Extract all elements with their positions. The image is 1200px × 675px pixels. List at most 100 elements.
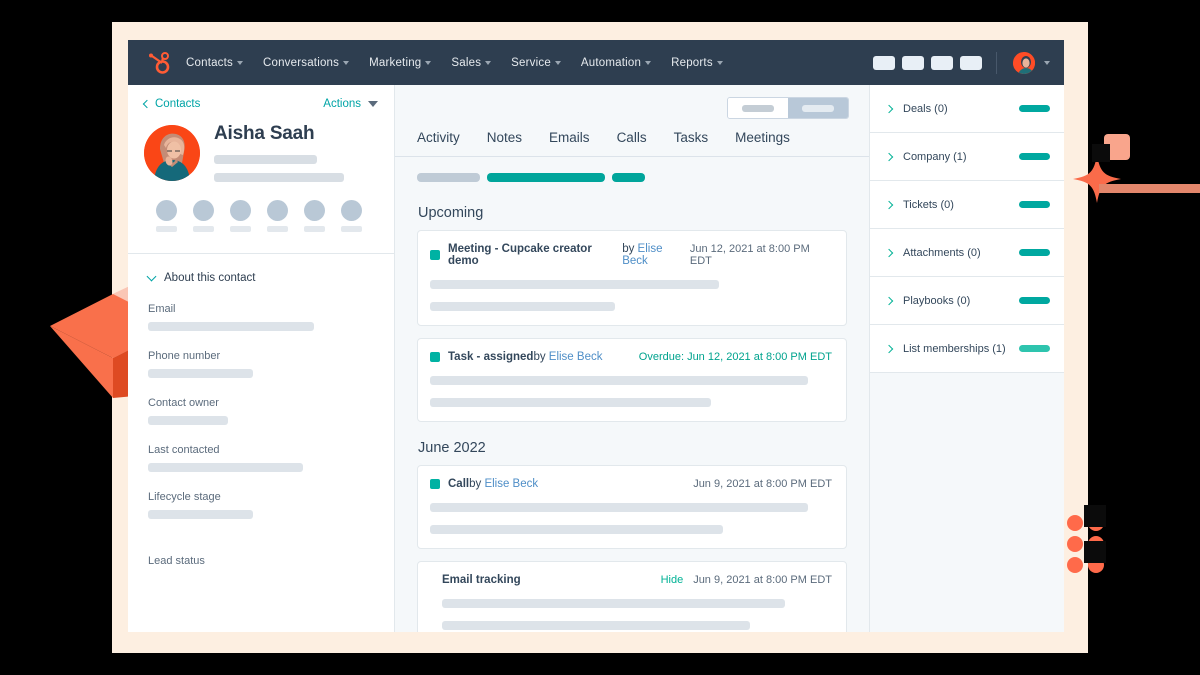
card-body-line-2 bbox=[430, 398, 712, 407]
card-title: Call bbox=[448, 478, 470, 490]
chevron-down-icon bbox=[645, 60, 652, 65]
chevron-down-icon[interactable] bbox=[1044, 60, 1050, 65]
contact-subtitle-placeholder bbox=[214, 155, 318, 164]
chevron-down-icon bbox=[236, 60, 243, 65]
quick-action-1[interactable] bbox=[156, 200, 177, 232]
chevron-left-icon bbox=[142, 99, 152, 109]
card-header: Call by Elise Beck Jun 9, 2021 at 8:00 P… bbox=[430, 478, 832, 490]
filter-chip-1[interactable] bbox=[417, 173, 480, 182]
sidebar-item-action-bar[interactable] bbox=[1019, 249, 1050, 256]
sparkle-star-icon bbox=[1073, 155, 1121, 203]
nav-item-automation[interactable]: Automation bbox=[580, 56, 652, 69]
nav-utility-button-2[interactable] bbox=[902, 55, 924, 70]
contact-sidebar: Contacts Actions Aisha Saah About this c… bbox=[128, 85, 395, 632]
actions-dropdown[interactable]: Actions bbox=[323, 98, 378, 110]
nav-utility-button-1[interactable] bbox=[873, 55, 895, 70]
page-title: Aisha Saah bbox=[214, 123, 315, 144]
activity-tabs: Activity Notes Emails Calls Tasks Meetin… bbox=[395, 119, 869, 157]
field-last-contacted: Last contacted bbox=[148, 444, 376, 472]
avatar[interactable] bbox=[1011, 49, 1037, 76]
field-label: Contact owner bbox=[148, 397, 219, 409]
contact-detail-placeholder bbox=[214, 173, 344, 182]
byline-prefix: by bbox=[469, 478, 485, 490]
view-toggle[interactable] bbox=[727, 97, 849, 119]
byline-user-link[interactable]: Elise Beck bbox=[484, 478, 538, 490]
activity-card-meeting[interactable]: Meeting - Cupcake creator demo by Elise … bbox=[417, 230, 847, 326]
activity-card-email-tracking[interactable]: Email tracking Hide Jun 9, 2021 at 8:00 … bbox=[417, 561, 847, 632]
nav-label: Marketing bbox=[369, 56, 422, 69]
sidebar-header: Contacts Actions bbox=[128, 85, 394, 110]
nav-divider bbox=[996, 51, 997, 74]
sidebar-item-deals[interactable]: Deals (0) bbox=[870, 85, 1064, 133]
byline-user-link[interactable]: Elise Beck bbox=[549, 351, 603, 363]
triangle-down-icon bbox=[368, 101, 378, 107]
nav-item-contacts[interactable]: Contacts bbox=[186, 57, 243, 69]
nav-item-reports[interactable]: Reports bbox=[671, 57, 723, 69]
tab-activity[interactable]: Activity bbox=[417, 130, 460, 156]
nav-utility-button-3[interactable] bbox=[931, 55, 953, 70]
activity-card-call[interactable]: Call by Elise Beck Jun 9, 2021 at 8:00 P… bbox=[417, 465, 847, 549]
card-timestamp: Jun 9, 2021 at 8:00 PM EDT bbox=[693, 574, 832, 586]
sidebar-item-action-bar[interactable] bbox=[1019, 297, 1050, 304]
field-value-placeholder[interactable] bbox=[148, 416, 228, 425]
field-label: Last contacted bbox=[148, 444, 220, 456]
back-to-contacts-link[interactable]: Contacts bbox=[142, 98, 200, 110]
quick-action-6[interactable] bbox=[341, 200, 362, 232]
field-value-placeholder[interactable] bbox=[148, 463, 304, 472]
card-body-line-1 bbox=[430, 376, 808, 385]
sidebar-item-company[interactable]: Company (1) bbox=[870, 133, 1064, 181]
top-navigation-bar: Contacts Conversations Marketing Sales S… bbox=[128, 40, 1064, 85]
task-square-icon bbox=[430, 352, 440, 362]
hide-link[interactable]: Hide bbox=[661, 574, 684, 586]
field-value-placeholder[interactable] bbox=[148, 322, 315, 331]
quick-action-5[interactable] bbox=[304, 200, 325, 232]
about-contact-toggle[interactable]: About this contact bbox=[146, 271, 376, 284]
activity-panel: Activity Notes Emails Calls Tasks Meetin… bbox=[395, 85, 869, 632]
sidebar-item-label: List memberships (1) bbox=[903, 342, 1006, 355]
chevron-down-icon bbox=[425, 60, 432, 65]
hubspot-app-window: Contacts Conversations Marketing Sales S… bbox=[128, 40, 1064, 632]
chevron-down-icon bbox=[343, 60, 350, 65]
tab-calls[interactable]: Calls bbox=[617, 130, 647, 156]
nav-label: Automation bbox=[580, 56, 642, 69]
filter-chip-row bbox=[395, 157, 869, 182]
tab-notes[interactable]: Notes bbox=[487, 130, 522, 156]
sidebar-item-attachments[interactable]: Attachments (0) bbox=[870, 229, 1064, 277]
sidebar-item-action-bar[interactable] bbox=[1019, 201, 1050, 208]
sidebar-item-label: Playbooks (0) bbox=[903, 294, 971, 307]
chevron-down-icon bbox=[554, 60, 561, 65]
activity-card-task[interactable]: Task - assigned by Elise Beck Overdue: J… bbox=[417, 338, 847, 422]
nav-utility-button-4[interactable] bbox=[960, 55, 982, 70]
field-value-placeholder[interactable] bbox=[148, 369, 253, 378]
sidebar-item-action-bar[interactable] bbox=[1019, 105, 1050, 112]
sidebar-item-action-bar[interactable] bbox=[1019, 345, 1050, 352]
view-toggle-left[interactable] bbox=[728, 98, 788, 118]
sidebar-item-label: Tickets (0) bbox=[903, 198, 954, 211]
black-block-grid-2 bbox=[1084, 541, 1106, 563]
card-body-line-1 bbox=[442, 599, 786, 608]
sidebar-item-action-bar[interactable] bbox=[1019, 153, 1050, 160]
filter-chip-2[interactable] bbox=[487, 173, 605, 182]
quick-action-3[interactable] bbox=[230, 200, 251, 232]
nav-item-sales[interactable]: Sales bbox=[451, 57, 492, 69]
tab-tasks[interactable]: Tasks bbox=[674, 130, 709, 156]
tab-emails[interactable]: Emails bbox=[549, 130, 590, 156]
tab-meetings[interactable]: Meetings bbox=[735, 130, 790, 156]
filter-chip-3[interactable] bbox=[612, 173, 645, 182]
hubspot-sprocket-logo[interactable] bbox=[146, 50, 172, 76]
quick-action-4[interactable] bbox=[267, 200, 288, 232]
view-toggle-right[interactable] bbox=[788, 98, 848, 118]
sidebar-item-tickets[interactable]: Tickets (0) bbox=[870, 181, 1064, 229]
quick-action-2[interactable] bbox=[193, 200, 214, 232]
sidebar-item-playbooks[interactable]: Playbooks (0) bbox=[870, 277, 1064, 325]
contact-avatar[interactable] bbox=[144, 124, 200, 181]
field-value-placeholder[interactable] bbox=[148, 510, 253, 519]
nav-item-service[interactable]: Service bbox=[511, 57, 561, 69]
chevron-down-icon bbox=[716, 60, 723, 65]
field-lifecycle-stage: Lifecycle stage bbox=[148, 491, 376, 519]
nav-item-conversations[interactable]: Conversations bbox=[263, 57, 350, 69]
byline-prefix: by bbox=[622, 243, 638, 255]
nav-item-marketing[interactable]: Marketing bbox=[369, 56, 432, 69]
sidebar-item-list-memberships[interactable]: List memberships (1) bbox=[870, 325, 1064, 373]
nav-label: Service bbox=[511, 56, 551, 69]
